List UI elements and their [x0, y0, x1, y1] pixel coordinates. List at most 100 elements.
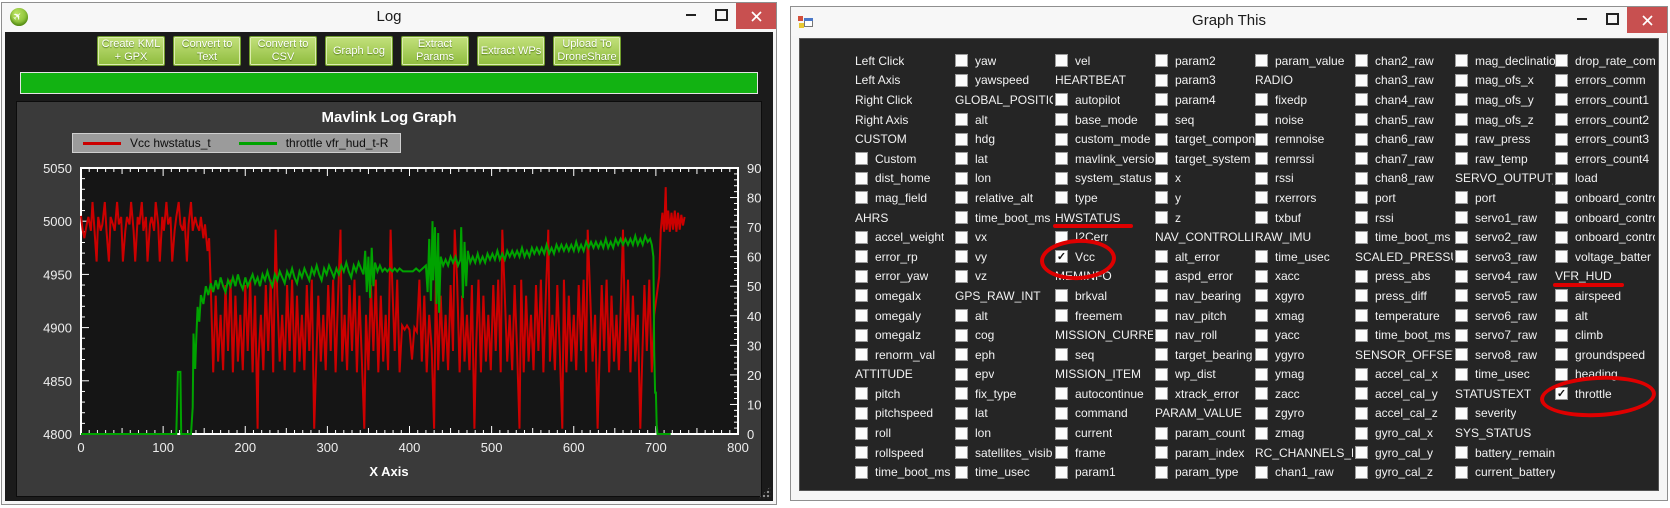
checkbox-servo5-raw[interactable]: [1455, 289, 1468, 302]
checkbox-severity[interactable]: [1455, 407, 1468, 420]
checkbox-dist-home[interactable]: [855, 172, 868, 185]
field-base-mode[interactable]: base_mode: [1055, 110, 1155, 130]
field-time-usec[interactable]: time_usec: [1455, 365, 1555, 385]
toolbar-button-upload-to-droneshare[interactable]: Upload To DroneShare: [553, 36, 621, 66]
field-aspd-error[interactable]: aspd_error: [1155, 267, 1255, 287]
checkbox-onboard-contro[interactable]: [1555, 191, 1568, 204]
field-time-boot-ms[interactable]: time_boot_ms: [1355, 227, 1455, 247]
field-y[interactable]: y: [1155, 188, 1255, 208]
checkbox-current-battery[interactable]: [1455, 466, 1468, 479]
field-param-value[interactable]: param_value: [1255, 51, 1355, 71]
checkbox-onboard-contro[interactable]: [1555, 231, 1568, 244]
field-hdg[interactable]: hdg: [955, 129, 1055, 149]
checkbox-y[interactable]: [1155, 191, 1168, 204]
field-chan1-raw[interactable]: chan1_raw: [1255, 462, 1355, 482]
field-target-compon[interactable]: target_compon: [1155, 129, 1255, 149]
field-chan7-raw[interactable]: chan7_raw: [1355, 149, 1455, 169]
checkbox-rxerrors[interactable]: [1255, 191, 1268, 204]
field-mag-ofs-x[interactable]: mag_ofs_x: [1455, 71, 1555, 91]
checkbox-heading[interactable]: [1555, 368, 1568, 381]
field-renorm-val[interactable]: renorm_val: [855, 345, 955, 365]
field-vz[interactable]: vz: [955, 267, 1055, 287]
field-param1[interactable]: param1: [1055, 462, 1155, 482]
field-vel[interactable]: vel: [1055, 51, 1155, 71]
field-freemem[interactable]: freemem: [1055, 306, 1155, 326]
checkbox-rssi[interactable]: [1355, 211, 1368, 224]
field-remnoise[interactable]: remnoise: [1255, 129, 1355, 149]
field-seq[interactable]: seq: [1155, 110, 1255, 130]
graph-this-titlebar[interactable]: Graph This: [791, 7, 1667, 36]
checkbox-seq[interactable]: [1055, 348, 1068, 361]
field-chan4-raw[interactable]: chan4_raw: [1355, 90, 1455, 110]
checkbox-seq[interactable]: [1155, 113, 1168, 126]
checkbox-epv[interactable]: [955, 368, 968, 381]
checkbox-temperature[interactable]: [1355, 309, 1368, 322]
checkbox-relative-alt[interactable]: [955, 191, 968, 204]
field-error-rp[interactable]: error_rp: [855, 247, 955, 267]
field-drop-rate-com[interactable]: drop_rate_com: [1555, 51, 1655, 71]
field-servo5-raw[interactable]: servo5_raw: [1455, 286, 1555, 306]
close-button[interactable]: [1627, 7, 1667, 33]
checkbox-error-rp[interactable]: [855, 250, 868, 263]
field-raw-temp[interactable]: raw_temp: [1455, 149, 1555, 169]
checkbox-airspeed[interactable]: [1555, 289, 1568, 302]
checkbox-zgyro[interactable]: [1255, 407, 1268, 420]
checkbox-press-abs[interactable]: [1355, 270, 1368, 283]
checkbox-roll[interactable]: [855, 427, 868, 440]
field-param2[interactable]: param2: [1155, 51, 1255, 71]
checkbox-renorm-val[interactable]: [855, 348, 868, 361]
checkbox-lat[interactable]: [955, 152, 968, 165]
checkbox-errors-comm[interactable]: [1555, 74, 1568, 87]
field-time-boot-ms[interactable]: time_boot_ms: [855, 462, 955, 482]
field-relative-alt[interactable]: relative_alt: [955, 188, 1055, 208]
field-vcc[interactable]: ✓Vcc: [1055, 247, 1155, 267]
checkbox-servo7-raw[interactable]: [1455, 329, 1468, 342]
field-servo7-raw[interactable]: servo7_raw: [1455, 325, 1555, 345]
checkbox-freemem[interactable]: [1055, 309, 1068, 322]
field-z[interactable]: z: [1155, 208, 1255, 228]
checkbox-climb[interactable]: [1555, 329, 1568, 342]
checkbox-time-boot-ms[interactable]: [1355, 329, 1368, 342]
log-titlebar[interactable]: Log: [2, 3, 776, 32]
field-load[interactable]: load: [1555, 169, 1655, 189]
checkbox-accel-cal-x[interactable]: [1355, 368, 1368, 381]
checkbox-mag-field[interactable]: [855, 191, 868, 204]
checkbox-xtrack-error[interactable]: [1155, 387, 1168, 400]
checkbox-servo3-raw[interactable]: [1455, 250, 1468, 263]
checkbox-servo4-raw[interactable]: [1455, 270, 1468, 283]
checkbox-current[interactable]: [1055, 427, 1068, 440]
checkbox-rssi[interactable]: [1255, 172, 1268, 185]
field-voltage-batter[interactable]: voltage_batter: [1555, 247, 1655, 267]
field-cog[interactable]: cog: [955, 325, 1055, 345]
checkbox-time-usec[interactable]: [1455, 368, 1468, 381]
checkbox-pitchspeed[interactable]: [855, 407, 868, 420]
checkbox-errors-count1[interactable]: [1555, 93, 1568, 106]
field-param3[interactable]: param3: [1155, 71, 1255, 91]
checkbox-fix-type[interactable]: [955, 387, 968, 400]
minimize-button[interactable]: [1567, 7, 1597, 31]
field-x[interactable]: x: [1155, 169, 1255, 189]
checkbox-remnoise[interactable]: [1255, 133, 1268, 146]
field-custom[interactable]: Custom: [855, 149, 955, 169]
checkbox-ygyro[interactable]: [1255, 348, 1268, 361]
field-time-boot-ms[interactable]: time_boot_ms: [955, 208, 1055, 228]
field-rollspeed[interactable]: rollspeed: [855, 443, 955, 463]
field-time-usec[interactable]: time_usec: [1255, 247, 1355, 267]
field-autocontinue[interactable]: autocontinue: [1055, 384, 1155, 404]
toolbar-button-extract-params[interactable]: Extract Params: [401, 36, 469, 66]
field-alt-error[interactable]: alt_error: [1155, 247, 1255, 267]
field-fixedp[interactable]: fixedp: [1255, 90, 1355, 110]
field-frame[interactable]: frame: [1055, 443, 1155, 463]
checkbox-noise[interactable]: [1255, 113, 1268, 126]
field-mag-ofs-z[interactable]: mag_ofs_z: [1455, 110, 1555, 130]
field-xacc[interactable]: xacc: [1255, 267, 1355, 287]
field-rssi[interactable]: rssi: [1355, 208, 1455, 228]
checkbox-brkval[interactable]: [1055, 289, 1068, 302]
field-yawspeed[interactable]: yawspeed: [955, 71, 1055, 91]
field-errors-count4[interactable]: errors_count4: [1555, 149, 1655, 169]
checkbox-accel-weight[interactable]: [855, 231, 868, 244]
close-button[interactable]: [736, 3, 776, 29]
field-chan6-raw[interactable]: chan6_raw: [1355, 129, 1455, 149]
checkbox-chan7-raw[interactable]: [1355, 152, 1368, 165]
field-temperature[interactable]: temperature: [1355, 306, 1455, 326]
